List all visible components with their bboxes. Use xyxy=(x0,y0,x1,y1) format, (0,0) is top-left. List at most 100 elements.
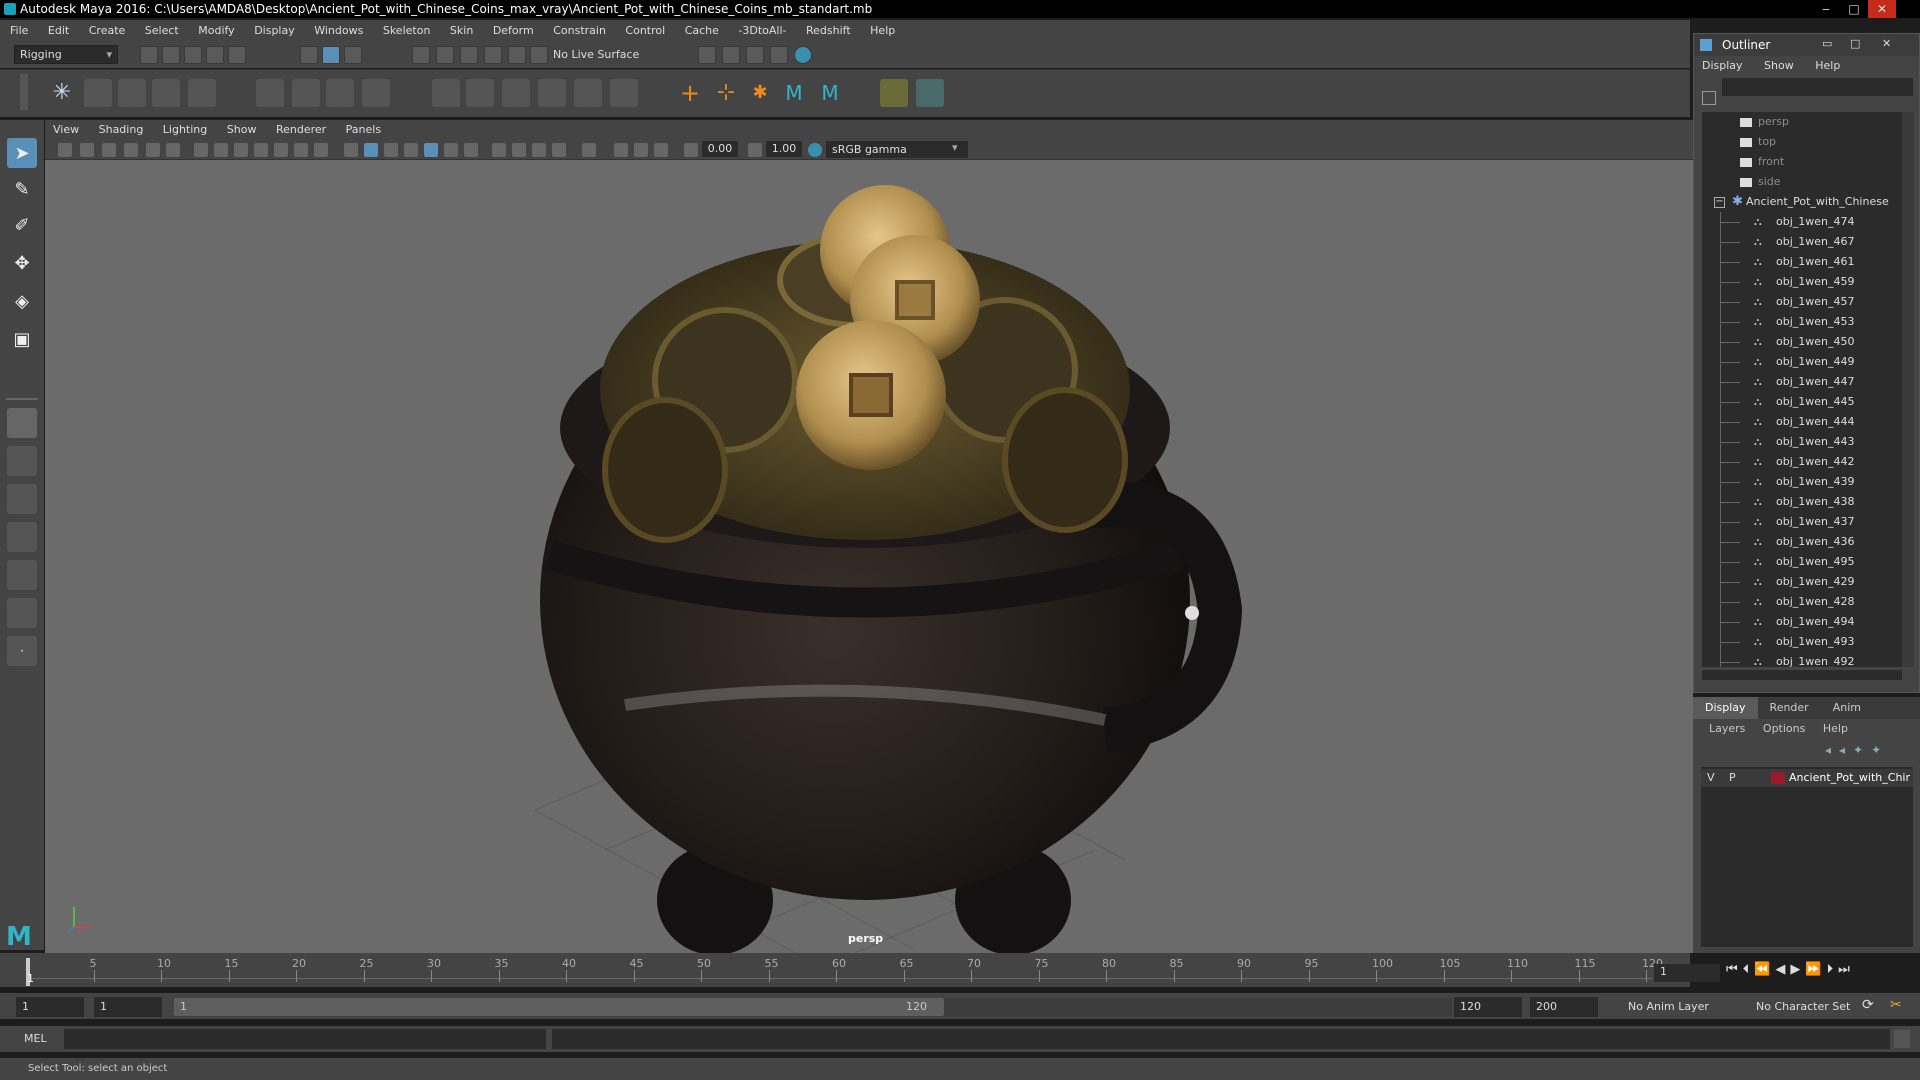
layer-color-swatch[interactable] xyxy=(1771,772,1785,784)
gamma-field[interactable]: 1.00 xyxy=(766,141,802,157)
point-constraint-icon[interactable] xyxy=(432,79,460,107)
bookmark-icon[interactable] xyxy=(102,143,116,157)
select-hierarchy-icon[interactable] xyxy=(300,46,318,64)
outliner-menu-help[interactable]: Help xyxy=(1815,59,1840,72)
camera-attributes-icon[interactable] xyxy=(80,143,94,157)
shelf-handle[interactable] xyxy=(20,74,28,110)
grid-toggle-icon[interactable] xyxy=(194,143,208,157)
outliner-menu-display[interactable]: Display xyxy=(1702,59,1743,72)
new-scene-icon[interactable] xyxy=(140,46,158,64)
layer-name[interactable]: Ancient_Pot_with_Chir xyxy=(1789,771,1910,784)
outliner-object-item[interactable]: ⛬ obj_1wen_453 xyxy=(1702,312,1902,332)
orient-joint-icon[interactable] xyxy=(188,79,216,107)
menu-modify[interactable]: Modify xyxy=(198,24,234,37)
select-tool-icon[interactable]: ➤ xyxy=(7,138,37,168)
outliner-object-item[interactable]: ⛬ obj_1wen_429 xyxy=(1702,572,1902,592)
prev-key-icon[interactable]: ⏪ xyxy=(1754,962,1775,977)
xray-joints-icon[interactable] xyxy=(634,143,648,157)
lasso-tool-icon[interactable]: ✎ xyxy=(7,174,37,204)
outliner-object-item[interactable]: ⛬ obj_1wen_457 xyxy=(1702,292,1902,312)
more-layouts-icon[interactable]: · xyxy=(7,636,37,666)
wireframe-icon[interactable] xyxy=(344,143,358,157)
outliner-object-item[interactable]: ⛬ obj_1wen_443 xyxy=(1702,432,1902,452)
playback-start-field[interactable]: 1 xyxy=(94,997,162,1017)
film-gate-icon[interactable] xyxy=(214,143,228,157)
shadows-icon[interactable] xyxy=(464,143,478,157)
layer-menu-options[interactable]: Options xyxy=(1763,722,1805,735)
locator-icon[interactable]: + xyxy=(676,79,704,107)
animation-start-field[interactable]: 1 xyxy=(16,997,84,1017)
menu-help[interactable]: Help xyxy=(870,24,895,37)
snap-point-icon[interactable] xyxy=(460,46,478,64)
outliner-camera-item[interactable]: side xyxy=(1702,172,1902,192)
outliner-object-item[interactable]: ⛬ obj_1wen_493 xyxy=(1702,632,1902,652)
snap-surface-icon[interactable] xyxy=(508,46,526,64)
exposure-field[interactable]: 0.00 xyxy=(702,141,738,157)
render-view-icon[interactable] xyxy=(698,46,716,64)
outliner-object-item[interactable]: ⛬ obj_1wen_494 xyxy=(1702,612,1902,632)
camera-select-icon[interactable] xyxy=(58,143,72,157)
snap-view-plane-icon[interactable] xyxy=(484,46,502,64)
outliner-minimize-icon[interactable]: ▭ xyxy=(1822,37,1832,50)
outliner-camera-item[interactable]: front xyxy=(1702,152,1902,172)
select-object-icon[interactable] xyxy=(322,46,340,64)
vp-menu-renderer[interactable]: Renderer xyxy=(276,123,326,136)
outliner-menu-show[interactable]: Show xyxy=(1764,59,1794,72)
viewport-3d-scene[interactable] xyxy=(45,160,1693,981)
outliner-object-item[interactable]: ⛬ obj_1wen_439 xyxy=(1702,472,1902,492)
joint-tool-icon[interactable]: ✳ xyxy=(48,79,76,107)
outliner-close-icon[interactable]: ✕ xyxy=(1882,37,1891,50)
script-editor-icon[interactable] xyxy=(1894,1030,1910,1048)
persp-hypershade-icon[interactable] xyxy=(7,560,37,590)
color-management-icon[interactable] xyxy=(808,143,822,157)
preferences-icon[interactable]: ✂ xyxy=(1890,997,1902,1013)
scale-constraint-icon[interactable] xyxy=(538,79,566,107)
menu-control[interactable]: Control xyxy=(625,24,665,37)
outliner-horizontal-scrollbar[interactable] xyxy=(1702,670,1902,680)
collapse-icon[interactable]: − xyxy=(1714,197,1725,208)
vp-menu-lighting[interactable]: Lighting xyxy=(163,123,207,136)
default-material-icon[interactable] xyxy=(384,143,398,157)
safe-action-icon[interactable] xyxy=(294,143,308,157)
render-settings-icon[interactable] xyxy=(770,46,788,64)
four-view-icon[interactable] xyxy=(7,446,37,476)
layer-playback-toggle[interactable]: P xyxy=(1729,771,1736,784)
playback-end-field[interactable]: 120 xyxy=(1454,997,1522,1017)
outliner-object-item[interactable]: ⛬ obj_1wen_459 xyxy=(1702,272,1902,292)
layer-tool-icons[interactable]: ◂◂✦✦ xyxy=(1825,743,1889,757)
parent-constraint-icon[interactable] xyxy=(574,79,602,107)
bind-skin-icon[interactable] xyxy=(256,79,284,107)
command-input[interactable] xyxy=(64,1029,546,1049)
textured-icon[interactable] xyxy=(424,143,438,157)
character-set-icon[interactable]: ✱ xyxy=(746,79,774,107)
auto-key-icon[interactable]: ⟳ xyxy=(1862,997,1874,1013)
xray-icon[interactable] xyxy=(614,143,628,157)
outliner-object-item[interactable]: ⛬ obj_1wen_492 xyxy=(1702,652,1902,667)
play-back-icon[interactable]: ◀ xyxy=(1775,962,1790,977)
gate-mask-icon[interactable] xyxy=(254,143,268,157)
menu-3dtoall[interactable]: -3DtoAll- xyxy=(738,24,786,37)
persp-graph-icon[interactable] xyxy=(7,522,37,552)
orient-constraint-icon[interactable] xyxy=(502,79,530,107)
paint-skin-icon[interactable] xyxy=(916,79,944,107)
step-back-icon[interactable]: ⏴ xyxy=(1743,962,1755,977)
outliner-vertical-scrollbar[interactable] xyxy=(1902,112,1914,667)
menu-create[interactable]: Create xyxy=(89,24,126,37)
vp-menu-shading[interactable]: Shading xyxy=(99,123,144,136)
next-key-icon[interactable]: ⏩ xyxy=(1805,962,1826,977)
character-set-dropdown[interactable]: No Character Set xyxy=(1750,997,1868,1017)
save-scene-icon[interactable] xyxy=(184,46,202,64)
xray-components-icon[interactable] xyxy=(654,143,668,157)
smooth-shade-icon[interactable] xyxy=(364,143,378,157)
mirror-joint-icon[interactable] xyxy=(152,79,180,107)
lattice-icon[interactable] xyxy=(326,79,354,107)
undo-icon[interactable] xyxy=(206,46,224,64)
outliner-object-item[interactable]: ⛬ obj_1wen_447 xyxy=(1702,372,1902,392)
view-transform-dropdown[interactable]: sRGB gamma xyxy=(826,141,968,158)
layout-options-icon[interactable] xyxy=(7,598,37,628)
snap-grid-icon[interactable] xyxy=(412,46,430,64)
current-frame-field[interactable]: 1 xyxy=(1654,964,1720,982)
snap-together-icon[interactable] xyxy=(530,46,548,64)
menu-file[interactable]: File xyxy=(10,24,28,37)
outliner-object-item[interactable]: ⛬ obj_1wen_436 xyxy=(1702,532,1902,552)
